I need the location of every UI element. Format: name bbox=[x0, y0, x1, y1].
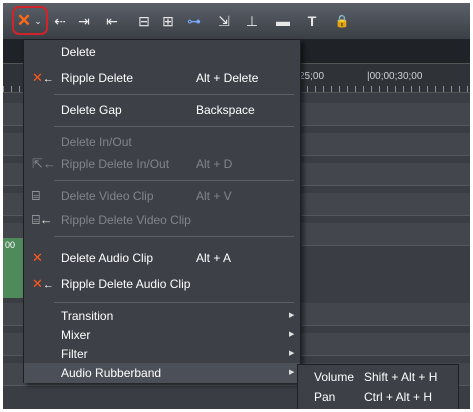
toolbar-tool-3-icon[interactable]: ⇤ bbox=[103, 11, 121, 31]
submenu-arrow-icon: ▶ bbox=[289, 369, 295, 376]
audio-rubberband-submenu: Volume Shift + Alt + H Pan Ctrl + Alt + … bbox=[297, 364, 459, 409]
menu-item-ripple-delete-in-out[interactable]: ⇱← Ripple Delete In/Out Alt + D bbox=[24, 154, 300, 174]
menu-item-delete-gap[interactable]: Delete Gap Backspace bbox=[24, 100, 300, 120]
ruler-timecode-right: |00;00;30;00 bbox=[367, 71, 423, 82]
menu-item-delete-in-out[interactable]: Delete In/Out bbox=[24, 132, 300, 152]
menu-item-audio-rubberband[interactable]: Audio Rubberband ▶ bbox=[24, 363, 300, 383]
menu-item-ripple-delete-audio-clip[interactable]: ✕← Ripple Delete Audio Clip bbox=[24, 274, 300, 294]
menu-item-delete[interactable]: Delete bbox=[24, 42, 300, 62]
submenu-item-pan[interactable]: Pan Ctrl + Alt + H bbox=[314, 387, 454, 407]
audio-clip-block[interactable]: 00 bbox=[3, 238, 23, 298]
toolbar-tool-8-icon[interactable]: ⊥ bbox=[243, 11, 261, 31]
menu-item-ripple-delete[interactable]: ✕← Ripple Delete Alt + Delete bbox=[24, 68, 300, 88]
delete-dropdown-menu: Delete ✕← Ripple Delete Alt + Delete Del… bbox=[23, 39, 301, 383]
menu-separator bbox=[54, 180, 294, 181]
audio-clip-icon: ✕ bbox=[32, 250, 43, 265]
ruler-timecode-left: 25;00 bbox=[299, 71, 325, 82]
toolbar-tool-7-icon[interactable]: ⇲ bbox=[215, 11, 233, 31]
submenu-arrow-icon: ▶ bbox=[289, 331, 295, 338]
menu-item-mixer[interactable]: Mixer ▶ bbox=[24, 325, 300, 345]
lock-icon[interactable]: 🔒 bbox=[333, 11, 351, 31]
menu-item-delete-audio-clip[interactable]: ✕ Delete Audio Clip Alt + A bbox=[24, 248, 300, 268]
toolbar-tool-4-icon[interactable]: ⊟ bbox=[135, 11, 153, 31]
menu-separator bbox=[54, 236, 294, 237]
menu-item-ripple-delete-video-clip[interactable]: ⌸← Ripple Delete Video Clip bbox=[24, 210, 300, 230]
toolbar-tool-5-icon[interactable]: ⊞ bbox=[159, 11, 177, 31]
editor-window: ✕ ⌄ ⇠ ⇥ ⇤ ⊟ ⊞ ⊶ ⇲ ⊥ ▬ T 🔒 25;00 |00;00;3… bbox=[3, 3, 470, 409]
submenu-item-volume[interactable]: Volume Shift + Alt + H bbox=[314, 367, 454, 387]
video-clip-icon: ⌸ bbox=[32, 188, 40, 203]
toolbar-tool-6-icon[interactable]: ⊶ bbox=[185, 11, 203, 31]
ripple-video-icon: ⌸← bbox=[32, 212, 53, 227]
timeline-toolbar: ✕ ⌄ ⇠ ⇥ ⇤ ⊟ ⊞ ⊶ ⇲ ⊥ ▬ T 🔒 bbox=[3, 3, 470, 40]
submenu-arrow-icon: ▶ bbox=[289, 350, 295, 357]
submenu-arrow-icon: ▶ bbox=[289, 312, 295, 319]
delete-dropdown-arrow[interactable]: ⌄ bbox=[33, 11, 43, 31]
menu-separator bbox=[54, 126, 294, 127]
menu-item-delete-video-clip[interactable]: ⌸ Delete Video Clip Alt + V bbox=[24, 186, 300, 206]
text-tool-icon[interactable]: T bbox=[303, 11, 321, 31]
toolbar-tool-1-icon[interactable]: ⇠ bbox=[51, 11, 69, 31]
menu-separator bbox=[54, 302, 294, 303]
ripple-inout-icon: ⇱← bbox=[32, 156, 56, 171]
ripple-delete-icon: ✕← bbox=[32, 70, 54, 85]
toolbar-tool-9-icon[interactable]: ▬ bbox=[273, 11, 293, 31]
menu-item-transition[interactable]: Transition ▶ bbox=[24, 306, 300, 326]
clip-label: 00 bbox=[5, 240, 16, 250]
menu-separator bbox=[54, 94, 294, 95]
toolbar-tool-2-icon[interactable]: ⇥ bbox=[75, 11, 93, 31]
ripple-audio-icon: ✕← bbox=[32, 276, 54, 291]
delete-x-icon[interactable]: ✕ bbox=[16, 11, 32, 31]
menu-item-filter[interactable]: Filter ▶ bbox=[24, 344, 300, 364]
